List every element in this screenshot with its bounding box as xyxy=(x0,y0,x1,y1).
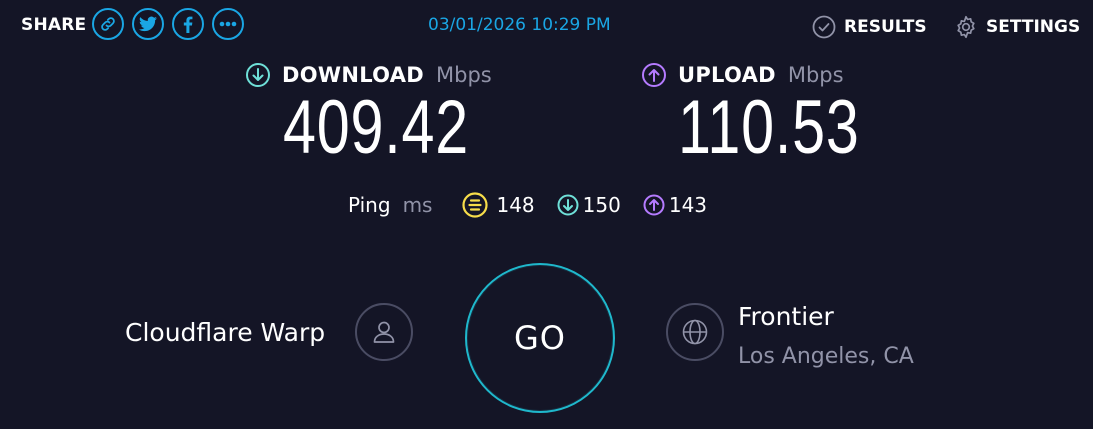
client-isp-name: Cloudflare Warp xyxy=(125,318,326,347)
ping-row: Ping ms 148 150 143 xyxy=(348,192,729,218)
settings-label: SETTINGS xyxy=(986,17,1081,37)
check-circle-icon xyxy=(812,15,836,39)
more-icon[interactable] xyxy=(212,8,244,40)
upload-value: 110.53 xyxy=(678,85,860,170)
download-value: 409.42 xyxy=(283,85,469,170)
ping-upload-value: 143 xyxy=(668,193,708,217)
upload-latency-icon xyxy=(643,194,665,216)
share-label: SHARE xyxy=(21,15,87,35)
ping-idle: 148 xyxy=(462,192,535,218)
ping-idle-value: 148 xyxy=(496,193,535,217)
ping-download-value: 150 xyxy=(582,193,621,217)
link-icon[interactable] xyxy=(92,8,124,40)
idle-latency-icon xyxy=(462,192,489,218)
ping-upload: 143 xyxy=(643,193,707,217)
ping-download: 150 xyxy=(557,193,621,217)
globe-icon[interactable] xyxy=(666,303,724,361)
download-latency-icon xyxy=(557,194,579,216)
download-arrow-icon xyxy=(246,63,270,87)
share-icons xyxy=(92,8,244,40)
twitter-icon[interactable] xyxy=(132,8,164,40)
user-icon[interactable] xyxy=(355,303,413,361)
settings-button[interactable]: SETTINGS xyxy=(954,15,1080,39)
server-name[interactable]: Frontier xyxy=(738,302,834,331)
upload-arrow-icon xyxy=(642,63,666,87)
test-datetime: 03/01/2026 10:29 PM xyxy=(428,15,611,35)
gear-icon xyxy=(957,15,975,39)
ping-label: Ping xyxy=(348,193,391,217)
facebook-icon[interactable] xyxy=(172,8,204,40)
ping-unit: ms xyxy=(402,193,433,217)
go-button[interactable]: GO xyxy=(465,263,615,413)
results-label: RESULTS xyxy=(844,17,927,37)
server-location: Los Angeles, CA xyxy=(738,344,914,369)
results-button[interactable]: RESULTS xyxy=(812,15,927,39)
